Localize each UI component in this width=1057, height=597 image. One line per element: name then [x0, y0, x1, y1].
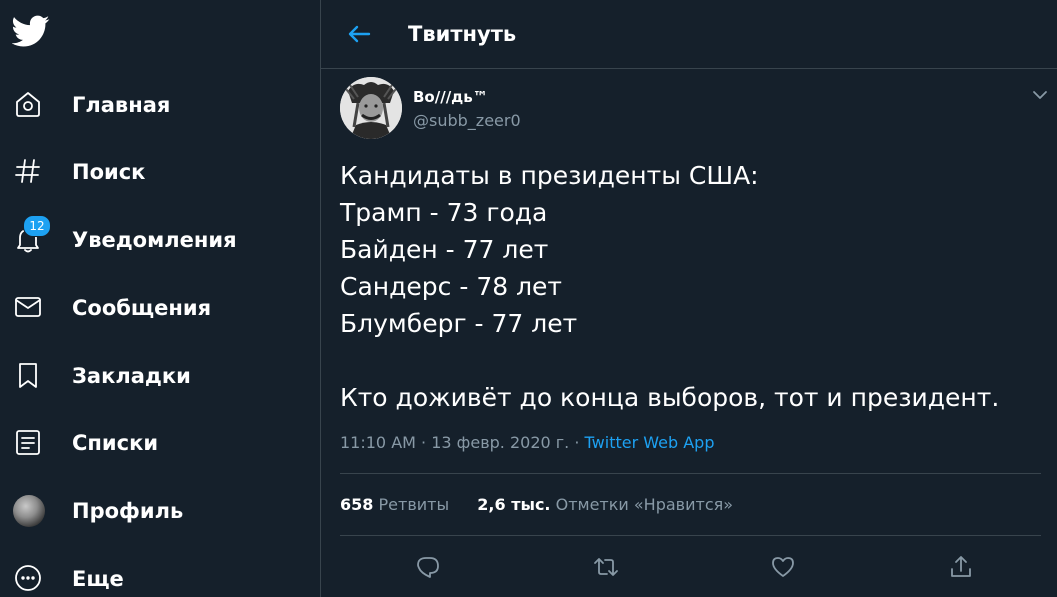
sidebar-item-label: Главная: [72, 93, 171, 117]
sidebar-item-label: Еще: [72, 567, 124, 591]
tweet-text-line: Сандерс - 78 лет: [340, 272, 562, 301]
likes-count: 2,6 тыс.: [477, 495, 551, 514]
likes-stat[interactable]: 2,6 тыс. Отметки «Нравится»: [477, 495, 733, 514]
retweets-label: Ретвиты: [378, 495, 450, 514]
chevron-down-icon: [1033, 91, 1047, 99]
tweet-source-link[interactable]: Twitter Web App: [585, 433, 715, 452]
header-divider: [321, 68, 1057, 69]
tweet-stats: 658 Ретвиты 2,6 тыс. Отметки «Нравится»: [340, 494, 733, 516]
twitter-bird-icon[interactable]: [11, 12, 50, 50]
sidebar: Главная Поиск Уведомления 12 Сообщения З…: [0, 0, 320, 597]
retweets-count: 658: [340, 495, 374, 514]
sidebar-item-label: Закладки: [72, 364, 191, 388]
tweet-text-line: Блумберг - 77 лет: [340, 309, 578, 338]
sidebar-item-label: Профиль: [72, 499, 184, 523]
tweet-text-line: [340, 342, 1040, 379]
tweet-time[interactable]: 11:10 AM: [340, 433, 416, 452]
sidebar-item-label: Списки: [72, 431, 159, 455]
sidebar-item-profile[interactable]: Профиль: [0, 481, 300, 537]
envelope-icon: [13, 292, 45, 324]
divider: [340, 473, 1041, 474]
bookmark-icon: [13, 360, 45, 392]
sidebar-item-messages[interactable]: Сообщения: [0, 278, 300, 334]
tweet-text: Кандидаты в президенты США: Трамп - 73 г…: [340, 157, 1040, 416]
arrow-left-icon: [348, 25, 371, 43]
retweet-icon: [594, 558, 618, 576]
page-title: Твитнуть: [408, 22, 517, 46]
sidebar-item-more[interactable]: Еще: [0, 549, 300, 597]
like-icon: [772, 557, 794, 577]
home-icon: [13, 89, 45, 121]
more-icon: [13, 563, 45, 595]
likes-label: Отметки «Нравится»: [555, 495, 734, 514]
share-button[interactable]: [946, 552, 976, 582]
sidebar-item-label: Уведомления: [72, 228, 237, 252]
sidebar-item-label: Сообщения: [72, 296, 212, 320]
tweet-menu-button[interactable]: [1027, 82, 1053, 108]
sidebar-item-lists[interactable]: Списки: [0, 413, 300, 469]
author-avatar[interactable]: [340, 77, 402, 139]
meta-separator: ·: [421, 433, 427, 452]
tweet-text-line: Кто доживёт до конца выборов, тот и през…: [340, 383, 1000, 412]
tweet-date[interactable]: 13 февр. 2020 г.: [431, 433, 569, 452]
hashtag-icon: [13, 156, 45, 188]
tweet-text-line: Байден - 77 лет: [340, 235, 549, 264]
retweets-stat[interactable]: 658 Ретвиты: [340, 495, 454, 514]
meta-separator: ·: [574, 433, 580, 452]
sidebar-item-explore[interactable]: Поиск: [0, 142, 300, 198]
tweet-text-line: Кандидаты в президенты США:: [340, 161, 759, 190]
back-button[interactable]: [341, 16, 377, 52]
list-icon: [13, 427, 45, 459]
like-button[interactable]: [768, 552, 798, 582]
tweet-text-line: Трамп - 73 года: [340, 198, 548, 227]
tweet-meta: 11:10 AM · 13 февр. 2020 г. · Twitter We…: [340, 432, 714, 454]
avatar: [13, 495, 45, 527]
sidebar-item-label: Поиск: [72, 160, 146, 184]
reply-button[interactable]: [413, 552, 443, 582]
page-header: Твитнуть: [321, 0, 1057, 68]
app-window: Главная Поиск Уведомления 12 Сообщения З…: [0, 0, 1057, 597]
sidebar-item-bookmarks[interactable]: Закладки: [0, 346, 300, 402]
sidebar-item-home[interactable]: Главная: [0, 75, 300, 131]
share-icon: [951, 556, 971, 577]
notification-count-badge: 12: [23, 215, 51, 237]
divider: [340, 535, 1041, 536]
retweet-button[interactable]: [591, 552, 621, 582]
author-handle[interactable]: @subb_zeer0: [413, 111, 521, 131]
main-column: Твитнуть Во///дь™ @subb_zeer0 Кандидаты …: [321, 0, 1057, 597]
reply-icon: [417, 557, 439, 578]
author-name[interactable]: Во///дь™: [413, 87, 488, 107]
